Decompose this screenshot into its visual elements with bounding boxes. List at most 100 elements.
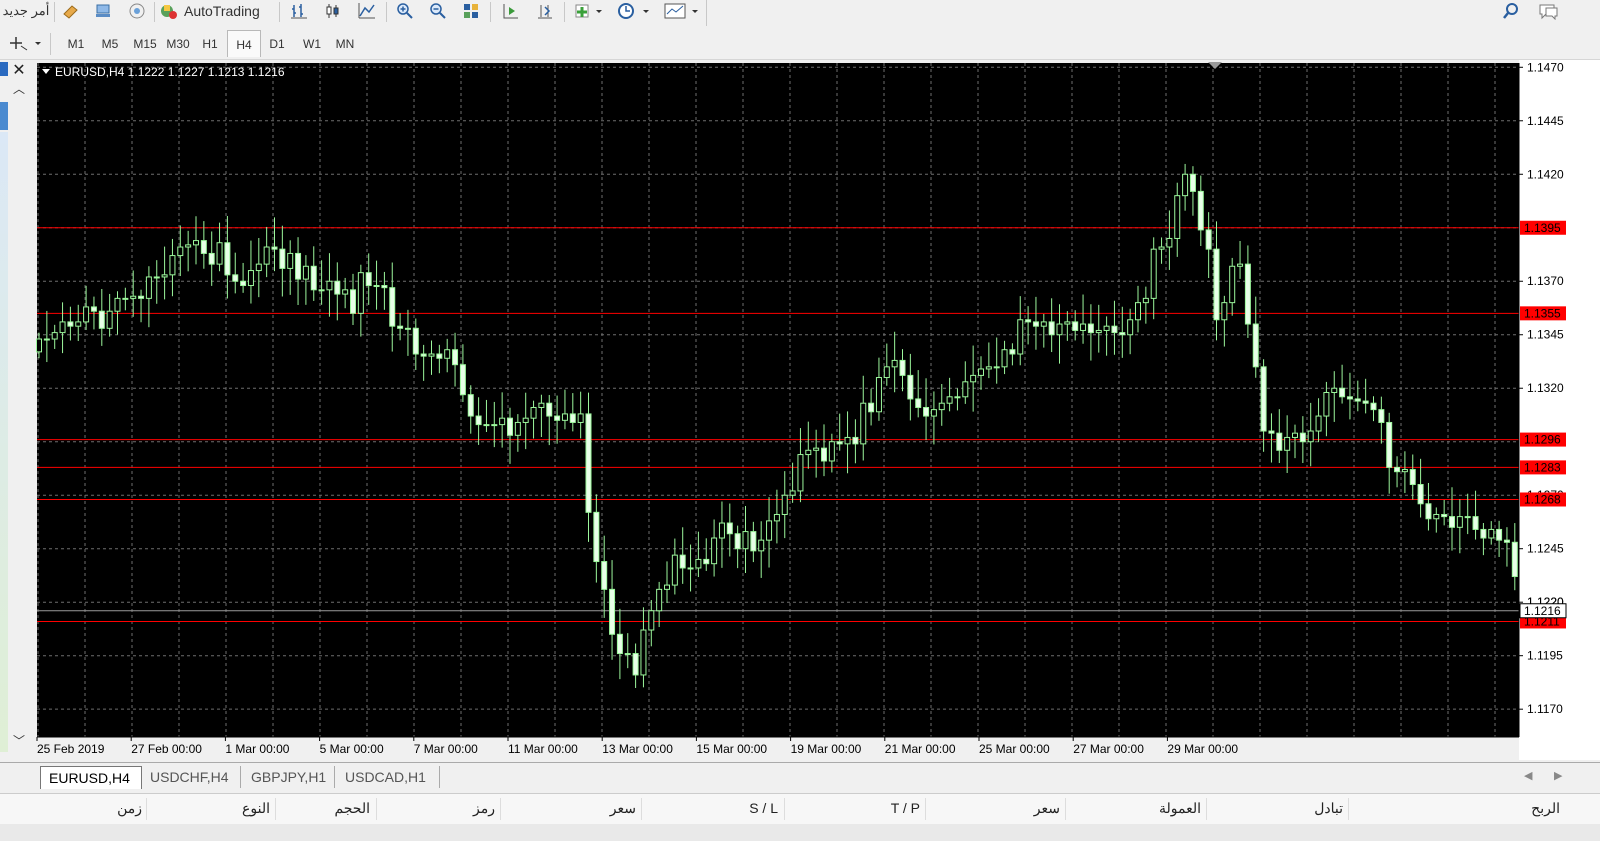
candle-body — [1064, 321, 1071, 325]
timeframe-m5-button[interactable]: M5 — [94, 33, 126, 55]
candle-body — [1370, 402, 1377, 411]
candle-body — [200, 240, 207, 254]
symbol-tab-usdcad[interactable]: USDCAD,H1 — [337, 766, 440, 788]
indicators-icon[interactable] — [570, 0, 608, 22]
candle-body — [1237, 263, 1244, 267]
column-header[interactable]: العمولة — [1159, 800, 1201, 817]
candle-body — [122, 297, 129, 300]
candle-body — [1464, 516, 1471, 519]
column-header[interactable]: الربح — [1531, 800, 1560, 817]
candlestick-icon[interactable] — [320, 0, 346, 22]
column-header[interactable]: رمز — [473, 800, 495, 817]
scroll-down-arrow[interactable]: ﹀ — [8, 732, 30, 750]
column-header[interactable]: النوع — [242, 800, 270, 817]
timeframe-m15-button[interactable]: M15 — [127, 33, 163, 55]
candle-body — [1229, 265, 1236, 304]
autoscroll-icon[interactable] — [532, 0, 558, 22]
meta-editor-icon[interactable] — [58, 0, 84, 22]
tab-scroll-right[interactable]: ▶ — [1554, 769, 1562, 782]
new-order-button[interactable]: أمر جديد — [0, 0, 52, 22]
candle-body — [1401, 469, 1408, 473]
candle-body — [1503, 539, 1510, 543]
signals-icon[interactable] — [124, 0, 150, 22]
candle-body — [789, 490, 796, 496]
candle-body — [1197, 190, 1204, 231]
timeframe-h1-button[interactable]: H1 — [194, 33, 226, 55]
candle-body — [1299, 432, 1306, 443]
symbol-tab-eurusd[interactable]: EURUSD,H4 — [40, 766, 142, 789]
bar-chart-icon[interactable] — [286, 0, 312, 22]
column-header[interactable]: زمن — [117, 800, 142, 817]
time-tick-label: 25 Mar 00:00 — [979, 742, 1050, 756]
scroll-up-arrow[interactable]: ︿ — [8, 80, 30, 98]
periodicity-toolbar: M1 M5 M15 M30 H1 H4 D1 W1 MN — [0, 27, 1600, 60]
tile-windows-icon[interactable] — [458, 0, 484, 22]
chat-icon[interactable] — [1534, 0, 1564, 22]
search-icon[interactable] — [1498, 0, 1524, 22]
candle-body — [1119, 332, 1126, 336]
column-header[interactable]: تبادل — [1314, 800, 1343, 817]
candle-body — [334, 280, 341, 295]
candle-body — [1409, 469, 1416, 486]
candle-body — [609, 588, 616, 635]
candle-body — [726, 522, 733, 535]
timeframe-m30-button[interactable]: M30 — [160, 33, 196, 55]
candle-body — [326, 280, 333, 291]
autotrading-button[interactable]: AutoTrading — [158, 0, 272, 22]
candle-body — [1189, 173, 1196, 192]
crosshair-tools-button[interactable] — [6, 32, 46, 54]
candle-body — [844, 436, 851, 445]
chart-shift-icon[interactable] — [498, 0, 524, 22]
line-chart-icon[interactable] — [354, 0, 380, 22]
column-header[interactable]: سعر — [610, 800, 636, 817]
candle-body — [978, 368, 984, 376]
plot-background — [37, 63, 1519, 737]
scroll-thumb[interactable] — [0, 102, 8, 130]
price-tick-label: 1.1320 — [1527, 381, 1564, 395]
candle-body — [1095, 329, 1102, 334]
price-tick-label: 1.1370 — [1527, 274, 1564, 288]
panel-close-button[interactable]: ✕ — [8, 62, 30, 80]
candle-body — [1166, 237, 1173, 248]
candle-body — [514, 421, 521, 436]
candle-body — [938, 402, 945, 411]
timeframe-w1-button[interactable]: W1 — [296, 33, 328, 55]
level-price-label: 1.1296 — [1524, 433, 1561, 447]
candle-body — [593, 511, 600, 563]
templates-icon[interactable] — [660, 0, 704, 22]
tab-scroll-left[interactable]: ◀ — [1524, 769, 1532, 782]
candle-body — [389, 287, 396, 327]
candle-body — [687, 567, 694, 570]
periods-icon[interactable] — [614, 0, 654, 22]
column-header[interactable]: S / L — [749, 800, 778, 816]
market-watch-icon[interactable] — [90, 0, 116, 22]
candle-body — [397, 325, 404, 329]
zoom-out-icon[interactable] — [425, 0, 451, 22]
candle-body — [436, 353, 443, 359]
timeframe-d1-button[interactable]: D1 — [262, 33, 292, 55]
zoom-in-icon[interactable] — [392, 0, 418, 22]
candle-body — [1221, 302, 1228, 321]
timeframe-h4-button[interactable]: H4 — [227, 30, 261, 57]
candle-body — [1150, 248, 1157, 299]
symbol-tab-usdchf[interactable]: USDCHF,H4 — [142, 766, 241, 788]
candle-body — [813, 447, 820, 451]
price-chart[interactable]: 1.1470 1.1445 1.1420 1.1370 1.1345 1.1320 1.12… — [0, 60, 1600, 760]
price-tick-label: 1.1470 — [1527, 60, 1564, 74]
symbol-tab-gbpjpy[interactable]: GBPJPY,H1 — [243, 766, 335, 788]
timeframe-m1-button[interactable]: M1 — [60, 33, 92, 55]
candle-body — [1072, 321, 1079, 331]
column-header[interactable]: T / P — [891, 800, 920, 816]
candle-body — [444, 349, 451, 359]
candle-body — [616, 633, 623, 655]
level-price-label: 1.1268 — [1524, 492, 1561, 506]
candle-body — [1142, 297, 1149, 304]
candle-body — [875, 377, 882, 413]
price-tick-label: 1.1345 — [1527, 328, 1564, 342]
column-header[interactable]: سعر — [1034, 800, 1060, 817]
column-header[interactable]: الحجم — [334, 800, 370, 817]
candle-body — [507, 417, 513, 436]
candle-body — [90, 306, 97, 312]
timeframe-mn-button[interactable]: MN — [329, 33, 361, 55]
candle-body — [1315, 415, 1322, 432]
